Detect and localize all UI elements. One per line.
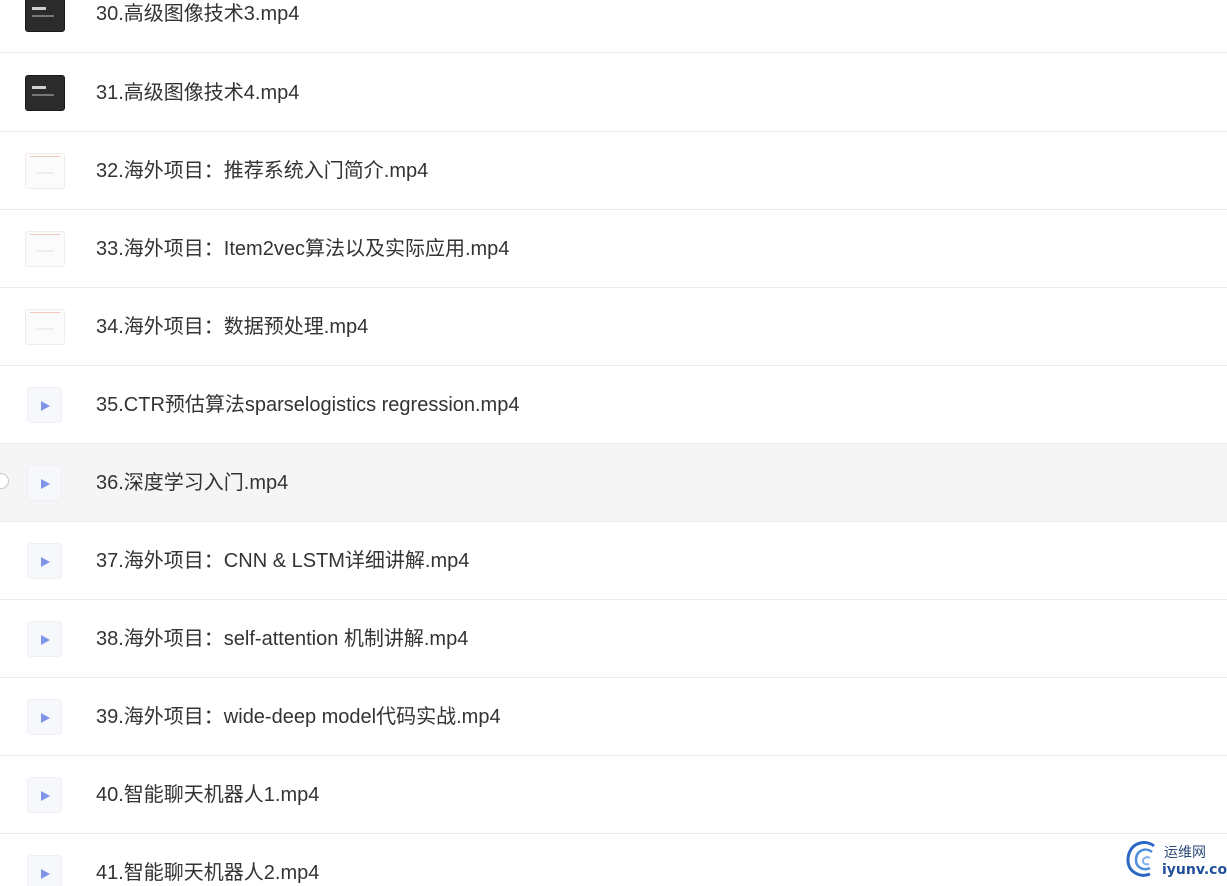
file-name[interactable]: 32.海外项目：推荐系统入门简介.mp4 <box>96 132 428 210</box>
file-row[interactable]: 32.海外项目：推荐系统入门简介.mp4 <box>0 132 1227 210</box>
play-icon <box>41 869 50 879</box>
play-icon <box>41 479 50 489</box>
file-list: 30.高级图像技术3.mp4 31.高级图像技术4.mp4 32.海外项目：推荐… <box>0 0 1227 886</box>
file-row[interactable]: 34.海外项目：数据预处理.mp4 <box>0 288 1227 366</box>
video-thumbnail <box>25 75 65 111</box>
file-name[interactable]: 37.海外项目：CNN & LSTM详细讲解.mp4 <box>96 522 469 600</box>
file-name[interactable]: 35.CTR预估算法sparselogistics regression.mp4 <box>96 366 519 444</box>
video-thumbnail <box>25 231 65 267</box>
file-row[interactable]: 37.海外项目：CNN & LSTM详细讲解.mp4 <box>0 522 1227 600</box>
video-file-icon <box>27 543 62 579</box>
file-name[interactable]: 31.高级图像技术4.mp4 <box>96 54 299 132</box>
file-name[interactable]: 34.海外项目：数据预处理.mp4 <box>96 288 368 366</box>
file-row[interactable]: 35.CTR预估算法sparselogistics regression.mp4 <box>0 366 1227 444</box>
play-icon <box>41 557 50 567</box>
video-file-icon <box>27 465 62 501</box>
file-row[interactable]: 41.智能聊天机器人2.mp4 <box>0 834 1227 886</box>
video-thumbnail <box>25 0 65 32</box>
swirl-logo-icon <box>1126 841 1155 877</box>
file-row-hovered[interactable]: 36.深度学习入门.mp4 <box>0 444 1227 522</box>
file-name[interactable]: 40.智能聊天机器人1.mp4 <box>96 756 319 834</box>
video-file-icon <box>27 699 62 735</box>
play-icon <box>41 713 50 723</box>
video-thumbnail <box>25 153 65 189</box>
video-thumbnail <box>25 309 65 345</box>
video-file-icon <box>27 777 62 813</box>
play-icon <box>41 791 50 801</box>
select-radio[interactable] <box>0 473 9 489</box>
file-row[interactable]: 40.智能聊天机器人1.mp4 <box>0 756 1227 834</box>
file-name[interactable]: 30.高级图像技术3.mp4 <box>96 0 299 53</box>
video-file-icon <box>27 621 62 657</box>
file-row[interactable]: 33.海外项目：Item2vec算法以及实际应用.mp4 <box>0 210 1227 288</box>
file-name[interactable]: 38.海外项目：self-attention 机制讲解.mp4 <box>96 600 468 678</box>
file-name[interactable]: 41.智能聊天机器人2.mp4 <box>96 834 319 886</box>
watermark-domain: iyunv.com <box>1162 862 1227 878</box>
file-row[interactable]: 30.高级图像技术3.mp4 <box>0 0 1227 53</box>
file-row[interactable]: 31.高级图像技术4.mp4 <box>0 54 1227 132</box>
watermark-title: 运维网 <box>1164 845 1206 861</box>
video-file-icon <box>27 387 62 423</box>
file-row[interactable]: 38.海外项目：self-attention 机制讲解.mp4 <box>0 600 1227 678</box>
video-file-icon <box>27 855 62 886</box>
play-icon <box>41 635 50 645</box>
file-name[interactable]: 33.海外项目：Item2vec算法以及实际应用.mp4 <box>96 210 509 288</box>
file-name[interactable]: 36.深度学习入门.mp4 <box>96 444 288 522</box>
file-row[interactable]: 39.海外项目：wide-deep model代码实战.mp4 <box>0 678 1227 756</box>
file-name[interactable]: 39.海外项目：wide-deep model代码实战.mp4 <box>96 678 501 756</box>
play-icon <box>41 401 50 411</box>
watermark: 运维网 iyunv.com <box>1122 836 1227 886</box>
